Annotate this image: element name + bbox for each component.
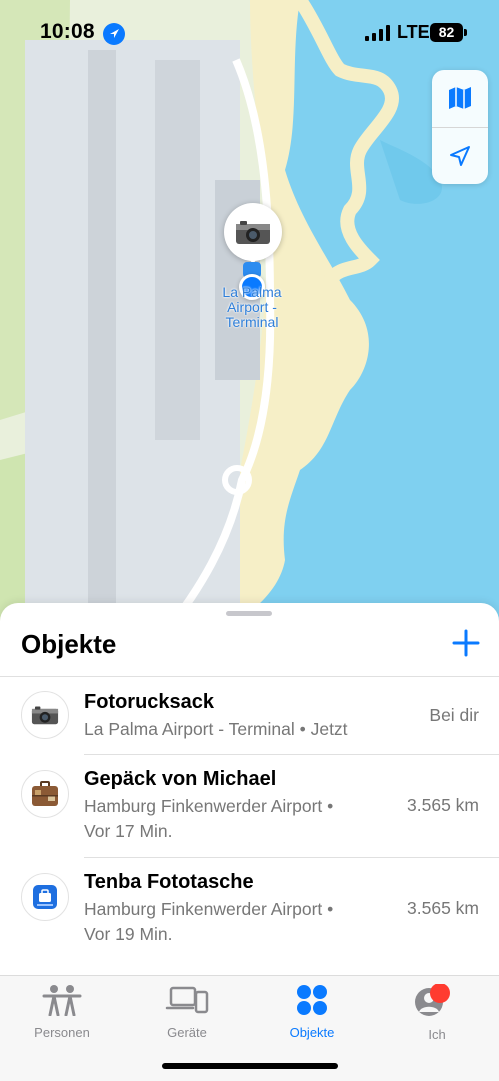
item-location: La Palma Airport - Terminal • Jetzt: [84, 719, 348, 739]
sheet-title: Objekte: [21, 629, 117, 659]
map-controls: [432, 70, 488, 184]
camera-icon: [31, 706, 59, 725]
item-map-pin[interactable]: [224, 203, 282, 261]
item-location: Hamburg Finkenwerder Airport •: [84, 796, 334, 816]
item-name: Fotorucksack: [84, 691, 215, 713]
item-avatar: [21, 873, 69, 921]
bag-icon: [33, 885, 57, 909]
item-time: Vor 19 Min.: [84, 924, 173, 944]
network-type: LTE: [397, 22, 430, 42]
item-name: Gepäck von Michael: [84, 768, 277, 790]
list-item[interactable]: Gepäck von Michael Hamburg Finkenwerder …: [0, 755, 499, 857]
item-avatar: [21, 691, 69, 739]
map-mode-button[interactable]: [432, 70, 488, 126]
tab-label: Geräte: [167, 1025, 207, 1040]
tab-ich[interactable]: Ich: [387, 983, 487, 1042]
person-circle-icon: [415, 983, 450, 1016]
status-time: 10:08: [40, 20, 95, 43]
item-distance: Bei dir: [429, 705, 479, 725]
item-avatar: [21, 770, 69, 818]
cellular-signal-icon: [365, 25, 390, 41]
item-location: Hamburg Finkenwerder Airport •: [84, 899, 334, 919]
sheet-grabber[interactable]: [226, 611, 272, 616]
battery-level: 82: [430, 23, 463, 42]
poi-label: La Palma Airport - Terminal: [222, 284, 282, 330]
location-services-icon: [103, 23, 125, 45]
item-name: Tenba Fototasche: [84, 871, 254, 893]
devices-icon: [165, 986, 209, 1014]
tab-label: Ich: [428, 1027, 446, 1042]
items-icon: [297, 985, 327, 1015]
tab-objekte[interactable]: Objekte: [262, 984, 362, 1040]
map-icon: [449, 87, 471, 109]
list-item[interactable]: Fotorucksack La Palma Airport - Terminal…: [0, 676, 499, 754]
tab-geraete[interactable]: Geräte: [137, 984, 237, 1040]
item-distance: 3.565 km: [407, 898, 479, 918]
location-arrow-icon: [450, 146, 470, 166]
list-item[interactable]: Tenba Fototasche Hamburg Finkenwerder Ai…: [0, 858, 499, 960]
tab-label: Objekte: [289, 1025, 335, 1040]
suitcase-icon: [32, 781, 58, 806]
locate-me-button[interactable]: [432, 128, 488, 184]
tab-label: Personen: [34, 1025, 90, 1040]
status-bar: 10:08 LTE 82: [0, 0, 499, 66]
people-icon: [42, 985, 82, 1017]
item-distance: 3.565 km: [407, 795, 479, 815]
item-time: Vor 17 Min.: [84, 821, 173, 841]
home-indicator: [162, 1063, 338, 1069]
camera-icon: [236, 221, 270, 244]
tab-personen[interactable]: Personen: [12, 984, 112, 1040]
battery-icon: [464, 29, 467, 36]
add-item-button[interactable]: [450, 627, 482, 659]
